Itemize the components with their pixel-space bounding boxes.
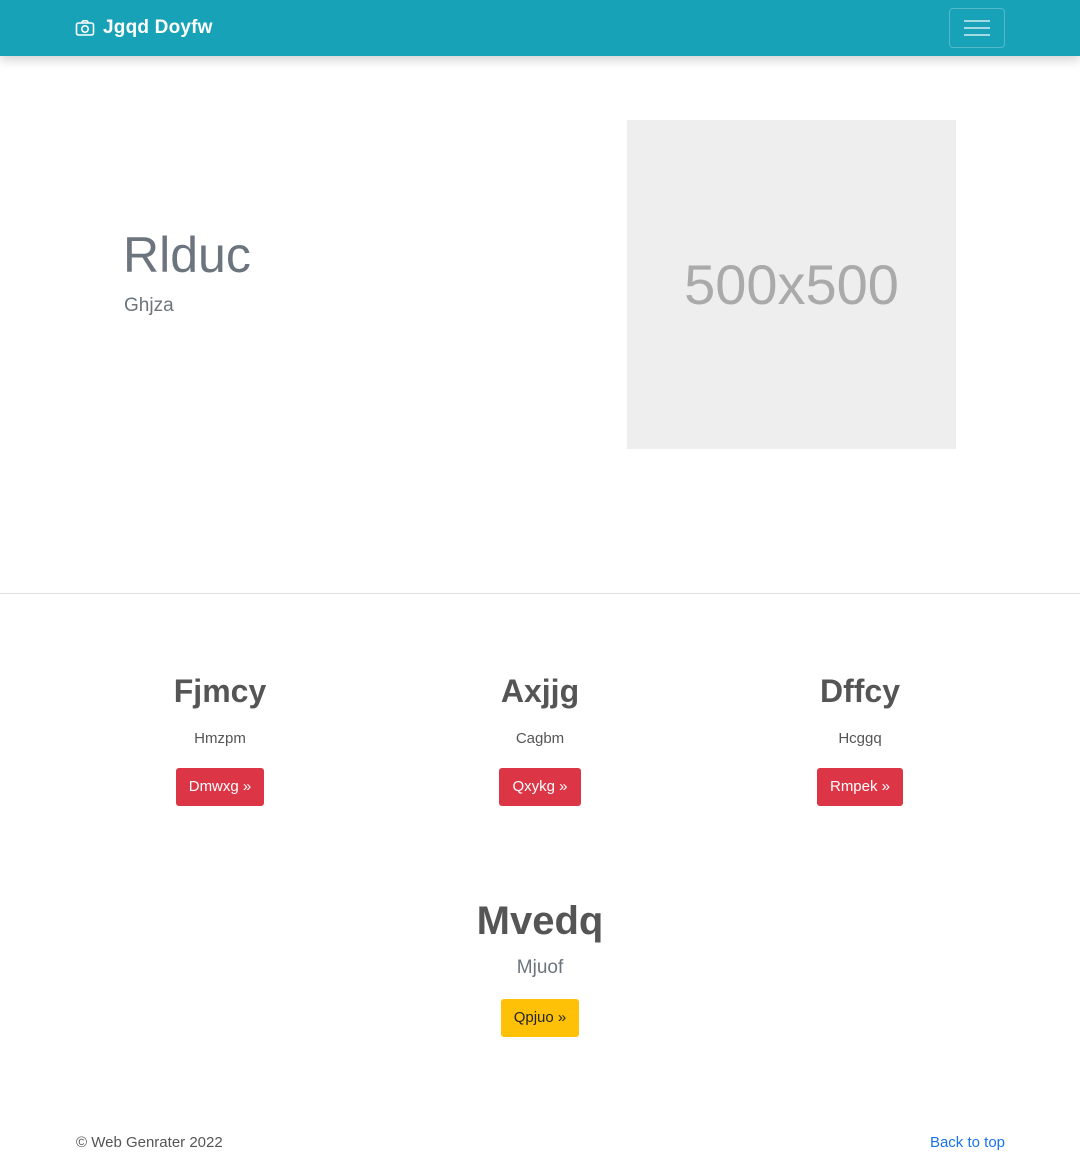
navbar-toggle-button[interactable] bbox=[949, 8, 1005, 48]
footer-copyright: © Web Genrater 2022 bbox=[76, 1134, 223, 1151]
section-divider bbox=[0, 593, 1080, 594]
feature-title: Dffcy bbox=[819, 673, 900, 709]
hero-title: Rlduc bbox=[123, 227, 251, 283]
hero-image-placeholder: 500x500 bbox=[627, 120, 956, 449]
feature-title: Fjmcy bbox=[173, 673, 267, 709]
feature-button[interactable]: Qxykg » bbox=[499, 768, 581, 806]
feature-column: Dffcy Hcggq Rmpek » bbox=[710, 673, 1010, 806]
navbar: Jgqd Doyfw bbox=[0, 0, 1080, 56]
navbar-brand[interactable]: Jgqd Doyfw bbox=[75, 0, 213, 56]
feature-text: Hcggq bbox=[838, 730, 882, 747]
feature-button[interactable]: Rmpek » bbox=[816, 768, 904, 806]
back-to-top-link[interactable]: Back to top bbox=[930, 1134, 1005, 1151]
hero-subtitle: Ghjza bbox=[124, 295, 174, 316]
feature-button[interactable]: Dmwxg » bbox=[175, 768, 265, 806]
cta-text: Mjuof bbox=[516, 957, 564, 978]
placeholder-label: 500x500 bbox=[684, 253, 899, 316]
feature-text: Cagbm bbox=[515, 730, 565, 747]
cta-button[interactable]: Qpjuo » bbox=[500, 999, 580, 1037]
feature-title: Axjjg bbox=[500, 673, 580, 709]
feature-column: Fjmcy Hmzpm Dmwxg » bbox=[70, 673, 370, 806]
call-to-action: Mvedq Mjuof Qpjuo » bbox=[340, 899, 740, 1037]
brand-name: Jgqd Doyfw bbox=[103, 17, 213, 38]
hero-section: Rlduc Ghjza 500x500 bbox=[0, 56, 1080, 593]
hamburger-menu-icon bbox=[964, 18, 990, 38]
feature-column: Axjjg Cagbm Qxykg » bbox=[390, 673, 690, 806]
camera-icon bbox=[75, 18, 95, 38]
feature-text: Hmzpm bbox=[194, 730, 246, 747]
cta-title: Mvedq bbox=[476, 899, 604, 943]
